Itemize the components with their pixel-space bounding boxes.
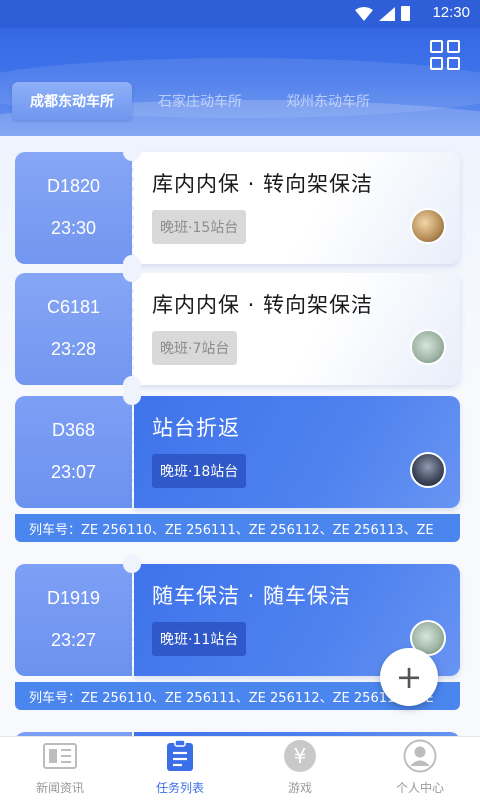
task-card[interactable]: D368 23:07 站台折返 晚班·18站台 bbox=[15, 387, 460, 508]
task-title: 库内内保 · 转向架保洁 bbox=[152, 293, 374, 317]
task-title: 随车保洁 · 随车保洁 bbox=[152, 584, 352, 608]
shift-tag: 晚班·15站台 bbox=[152, 210, 247, 244]
nav-profile[interactable]: 个人中心 bbox=[360, 737, 480, 800]
ticket-notch bbox=[123, 555, 141, 573]
avatar[interactable] bbox=[410, 452, 446, 488]
nav-label: 游戏 bbox=[287, 781, 312, 795]
shift-tag: 晚班·11站台 bbox=[152, 622, 247, 656]
task-card[interactable]: C6181 23:28 库内内保 · 转向架保洁 晚班·7站台 bbox=[15, 264, 460, 394]
svg-text:¥: ¥ bbox=[294, 744, 307, 768]
task-card[interactable]: D1820 23:30 库内内保 · 转向架保洁 晚班·15站台 bbox=[15, 143, 460, 273]
nav-label: 个人中心 bbox=[395, 781, 444, 795]
task-title: 站台折返 bbox=[152, 416, 240, 440]
train-number: D1820 bbox=[46, 176, 101, 196]
status-time: 12:30 bbox=[432, 4, 470, 21]
train-number: D368 bbox=[51, 420, 96, 440]
task-time: 23:07 bbox=[50, 462, 97, 482]
task-list: D1820 23:30 库内内保 · 转向架保洁 晚班·15站台 C6181 2… bbox=[0, 136, 480, 736]
perforation bbox=[132, 162, 134, 254]
plus-icon: + bbox=[395, 658, 423, 696]
ticket-body: 库内内保 · 转向架保洁 晚班·15站台 bbox=[134, 152, 460, 264]
bottom-nav: 新闻资讯 任务列表 ¥ 游戏 个人中心 bbox=[0, 736, 480, 800]
ticket-notch bbox=[123, 387, 141, 405]
task-time: 23:28 bbox=[50, 339, 97, 359]
nav-label: 新闻资讯 bbox=[35, 781, 84, 795]
ticket-body: 库内内保 · 转向架保洁 晚班·7站台 bbox=[134, 273, 460, 385]
task-title: 库内内保 · 转向架保洁 bbox=[152, 172, 374, 196]
ticket-stub: D368 23:07 bbox=[15, 396, 132, 508]
user-icon bbox=[403, 739, 437, 773]
task-list-icon bbox=[163, 739, 197, 773]
nav-games[interactable]: ¥ 游戏 bbox=[240, 737, 360, 800]
tab-zhengzhou-east[interactable]: 郑州东动车所 bbox=[268, 82, 388, 120]
nav-news[interactable]: 新闻资讯 bbox=[0, 737, 120, 800]
avatar[interactable] bbox=[410, 208, 446, 244]
grid-menu-icon[interactable] bbox=[430, 40, 460, 70]
battery-icon bbox=[401, 6, 410, 21]
perforation bbox=[132, 283, 134, 375]
wifi-icon bbox=[355, 6, 373, 21]
nav-task-list[interactable]: 任务列表 bbox=[120, 737, 240, 800]
train-number: C6181 bbox=[46, 297, 101, 317]
shift-tag: 晚班·7站台 bbox=[152, 331, 238, 365]
tab-chengdu-east[interactable]: 成都东动车所 bbox=[12, 82, 132, 120]
news-icon bbox=[43, 739, 77, 773]
nav-label: 任务列表 bbox=[155, 781, 204, 795]
status-bar: 12:30 bbox=[0, 0, 480, 28]
task-time: 23:27 bbox=[50, 630, 97, 650]
depot-tabs: 成都东动车所 石家庄动车所 郑州东动车所 bbox=[12, 82, 388, 120]
avatar[interactable] bbox=[410, 329, 446, 365]
tab-shijiazhuang[interactable]: 石家庄动车所 bbox=[140, 82, 260, 120]
add-task-button[interactable]: + bbox=[380, 648, 438, 706]
header: 成都东动车所 石家庄动车所 郑州东动车所 bbox=[0, 28, 480, 136]
train-numbers-value: ZE 256110、ZE 256111、ZE 256112、ZE 256113、… bbox=[81, 522, 434, 538]
train-numbers-value: ZE 256110、ZE 256111、ZE 256112、ZE 256113、… bbox=[81, 690, 434, 706]
ticket-body: 站台折返 晚班·18站台 bbox=[134, 396, 460, 508]
train-numbers-label: 列车号： bbox=[29, 690, 82, 706]
train-numbers-label: 列车号： bbox=[29, 522, 82, 538]
ticket-stub: D1820 23:30 bbox=[15, 152, 132, 264]
ticket-stub: C6181 23:28 bbox=[15, 273, 132, 385]
perforation bbox=[132, 406, 134, 498]
ticket-notch bbox=[123, 264, 141, 282]
yen-coin-icon: ¥ bbox=[283, 739, 317, 773]
shift-tag: 晚班·18站台 bbox=[152, 454, 247, 488]
task-time: 23:30 bbox=[50, 218, 97, 238]
status-icons bbox=[355, 6, 410, 21]
perforation bbox=[132, 574, 134, 666]
train-number: D1919 bbox=[46, 588, 101, 608]
train-numbers-strip: 列车号： ZE 256110、ZE 256111、ZE 256112、ZE 25… bbox=[15, 514, 460, 542]
signal-icon bbox=[379, 6, 395, 21]
ticket-stub: D1919 23:27 bbox=[15, 564, 132, 676]
ticket-notch bbox=[123, 143, 141, 161]
